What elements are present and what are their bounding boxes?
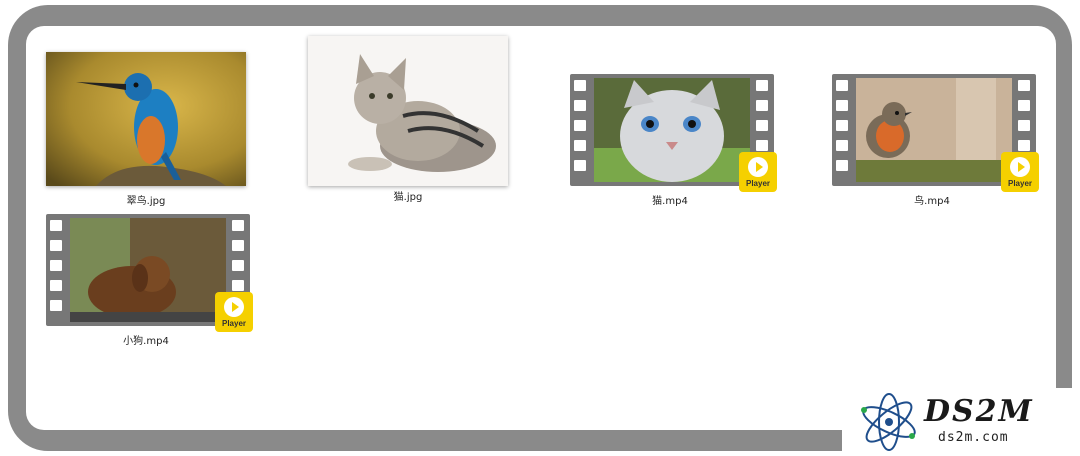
film-strip: Player — [570, 74, 777, 192]
film-holes — [574, 80, 588, 180]
film-strip: Player — [832, 74, 1039, 192]
file-item-bird-mp4[interactable]: Player 鸟.mp4 — [822, 40, 1042, 210]
film-holes — [836, 80, 850, 180]
player-label: Player — [221, 318, 247, 328]
watermark-title: DS2M — [924, 394, 1034, 429]
thumbnail: Player — [36, 180, 256, 332]
player-label: Player — [1007, 178, 1033, 188]
video-frame — [70, 218, 226, 322]
atom-logo-icon — [861, 393, 916, 451]
film-holes — [50, 220, 64, 320]
player-badge: Player — [1001, 152, 1039, 192]
video-frame — [856, 78, 1012, 182]
robin-video-still — [856, 78, 1012, 182]
play-icon — [224, 296, 244, 317]
play-icon — [748, 156, 768, 177]
video-frame — [594, 78, 750, 182]
thumbnail — [298, 36, 518, 186]
player-badge: Player — [215, 292, 253, 332]
file-item-cat-mp4[interactable]: Player 猫.mp4 — [560, 40, 780, 210]
watermark-site: ds2m.com — [938, 430, 1009, 445]
file-browser-panel: 翠鸟.jpg 猫.jpg Player 猫.mp4 Player 鸟.mp4 P… — [26, 26, 1056, 430]
play-icon — [1010, 156, 1030, 177]
puppy-video-still — [70, 218, 226, 322]
thumbnail: Player — [822, 40, 1042, 192]
file-item-cat-jpg[interactable]: 猫.jpg — [298, 36, 518, 206]
file-name: 猫.mp4 — [652, 196, 688, 207]
film-strip: Player — [46, 214, 253, 332]
thumbnail — [36, 40, 256, 190]
kitten-image — [308, 36, 508, 186]
file-name: 猫.jpg — [393, 192, 423, 203]
ds2m-watermark: DS2M ds2m.com — [842, 388, 1080, 456]
player-badge: Player — [739, 152, 777, 192]
player-label: Player — [745, 178, 771, 188]
kitten-video-still — [594, 78, 750, 182]
file-name: 小狗.mp4 — [123, 336, 169, 347]
thumbnail: Player — [560, 40, 780, 192]
file-name: 鸟.mp4 — [914, 196, 950, 207]
file-item-puppy-mp4[interactable]: Player 小狗.mp4 — [36, 180, 256, 350]
kingfisher-image — [46, 52, 246, 186]
